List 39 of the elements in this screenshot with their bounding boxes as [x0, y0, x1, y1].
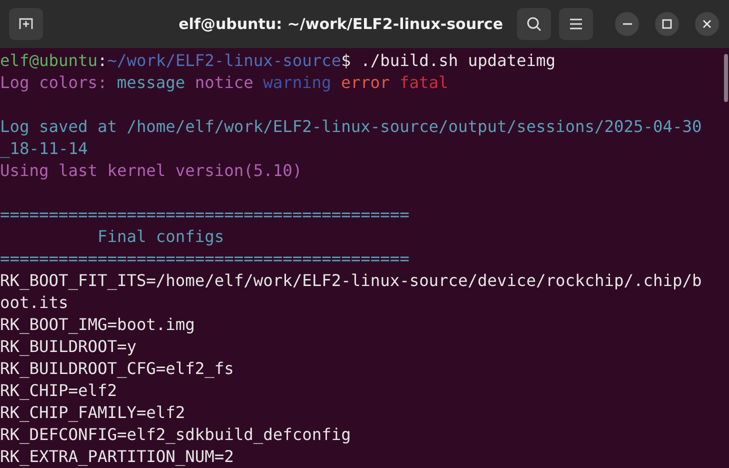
- new-tab-icon: [18, 16, 34, 32]
- scrollbar[interactable]: [724, 54, 728, 102]
- log-notice: Using last kernel version(5.10): [0, 161, 302, 180]
- prompt-path: ~/work/ELF2-linux-source: [107, 51, 342, 70]
- terminal-text: RK_CHIP_FAMILY=elf2: [0, 403, 186, 422]
- log-message: _18-11-14: [0, 139, 88, 158]
- menu-icon: [569, 18, 583, 30]
- terminal-text: :: [97, 51, 108, 70]
- window-title: elf@ubuntu: ~/work/ELF2-linux-source: [178, 15, 503, 33]
- prompt-user: elf@ubuntu: [0, 51, 98, 70]
- terminal-text: oot.its: [0, 293, 68, 312]
- log-message: ==========================================: [0, 249, 410, 268]
- minimize-button[interactable]: [615, 12, 639, 36]
- maximize-icon: [662, 19, 672, 29]
- terminal-text: RK_CHIP=elf2: [0, 381, 117, 400]
- minimize-icon: [622, 23, 632, 25]
- terminal-text: RK_BUILDROOT_CFG=elf2_fs: [0, 359, 234, 378]
- log-notice: Log colors:: [0, 73, 108, 92]
- log-message: ==========================================: [0, 205, 410, 224]
- terminal-text: $ ./build.sh updateimg: [341, 51, 556, 70]
- menu-button[interactable]: [559, 8, 593, 40]
- close-button[interactable]: [695, 12, 719, 36]
- new-tab-button[interactable]: [9, 8, 43, 40]
- maximize-button[interactable]: [655, 12, 679, 36]
- close-icon: [702, 19, 712, 29]
- terminal-text: RK_EXTRA_PARTITION_NUM=2: [0, 447, 234, 466]
- terminal-text: RK_BOOT_IMG=boot.img: [0, 315, 195, 334]
- log-fatal: fatal: [399, 73, 448, 92]
- terminal-text: RK_BUILDROOT=y: [0, 337, 136, 356]
- log-warning: warning: [263, 73, 332, 92]
- search-button[interactable]: [517, 8, 551, 40]
- log-error: error: [341, 73, 390, 92]
- log-message: Final configs: [96, 227, 224, 246]
- terminal-text: RK_DEFCONFIG=elf2_sdkbuild_defconfig: [0, 425, 351, 444]
- log-message: Log saved at /home/elf/work/ELF2-linux-source/output/sessions/2025-04-30: [0, 117, 702, 136]
- search-icon: [526, 16, 542, 32]
- log-message: message: [116, 73, 186, 92]
- terminal-text: RK_BOOT_FIT_ITS=/home/elf/work/ELF2-linux-source/device/rockchip/.chip/b: [0, 271, 702, 290]
- log-notice: notice: [194, 73, 254, 92]
